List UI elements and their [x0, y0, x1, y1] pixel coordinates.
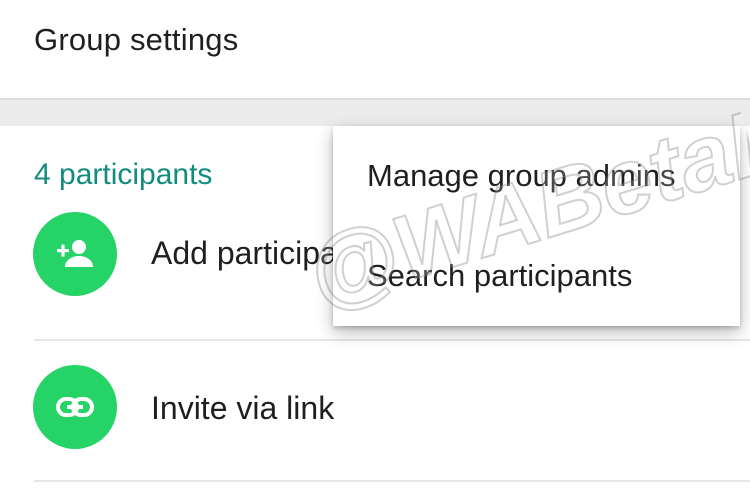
group-settings-row[interactable]: Group settings: [0, 0, 750, 98]
link-icon: [33, 365, 117, 449]
row-divider: [34, 339, 750, 341]
overflow-menu: Manage group admins Search participants: [333, 126, 740, 326]
section-divider: [0, 98, 750, 128]
group-settings-label: Group settings: [34, 22, 239, 57]
menu-item-label: Search participants: [367, 258, 633, 293]
menu-item-search-participants[interactable]: Search participants: [333, 230, 740, 326]
participants-count: 4 participants: [34, 158, 213, 191]
menu-item-label: Manage group admins: [367, 158, 676, 193]
invite-via-link-row[interactable]: Invite via link: [0, 343, 750, 453]
row-divider: [34, 480, 750, 482]
person-add-icon: [33, 212, 117, 296]
menu-item-manage-group-admins[interactable]: Manage group admins: [333, 130, 740, 226]
invite-via-link-label: Invite via link: [151, 390, 335, 426]
